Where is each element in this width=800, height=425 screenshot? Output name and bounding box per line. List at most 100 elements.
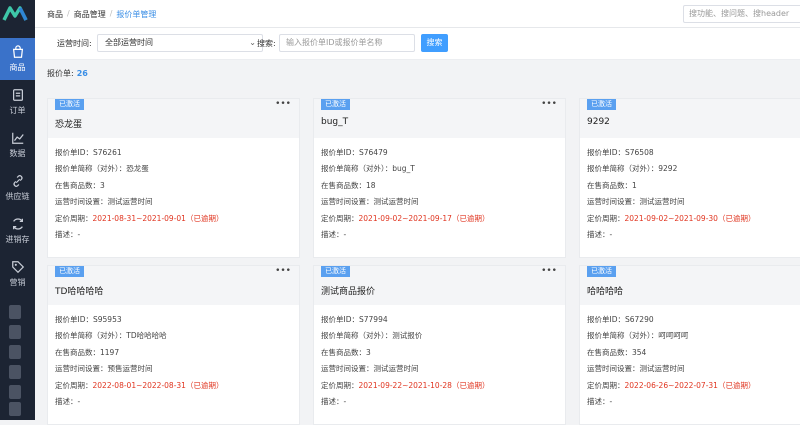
quote-id: 报价单ID：S76261 [55,148,122,157]
on-sale-count: 在售商品数：18 [321,180,376,190]
quote-card[interactable]: 已激活 ••• 恐龙蛋 报价单ID：S76261 报价单简称（对外）：恐龙蛋 在… [47,98,300,258]
on-sale-count: 在售商品数：1 [587,180,637,190]
pricing-period-label: 定价周期： [55,213,93,223]
pricing-period-label: 定价周期： [321,380,359,390]
pricing-period-value: 2021-09-22~2021-10-28（已逾期） [358,380,490,390]
pricing-period: 定价周期：2021-09-22~2021-10-28（已逾期） [321,378,558,394]
card-header: 已激活 ••• 恐龙蛋 [48,99,299,138]
on-sale-count: 在售商品数：1197 [55,347,120,357]
breadcrumb-item[interactable]: 商品管理 [74,9,106,20]
pricing-period-value: 2021-09-02~2021-09-17（已逾期） [358,213,490,223]
status-badge: 已激活 [55,266,84,277]
quote-description: 描述：- [587,396,613,406]
inventory-icon [12,218,23,230]
quote-card[interactable]: 已激活 ••• 哈哈哈哈 报价单ID：S67290 报价单简称（对外）：呵呵呵呵… [579,265,800,425]
status-badge: 已激活 [587,266,616,277]
on-sale-count: 在售商品数：3 [55,180,105,190]
op-time-setting: 运营时间设置：测试运营时间 [587,364,685,374]
quote-search-input[interactable]: 输入报价单ID或报价单名称 [279,34,415,52]
quote-id: 报价单ID：S95953 [55,315,122,324]
more-icon[interactable]: ••• [275,266,291,276]
card-body: 报价单ID：S67290 报价单简称（对外）：呵呵呵呵 在售商品数：354 运营… [580,305,800,410]
more-icon[interactable]: ••• [541,266,557,276]
card-body: 报价单ID：S77994 报价单简称（对外）：测试报价 在售商品数：3 运营时间… [314,305,565,410]
card-header: 已激活 ••• 9292 [580,99,800,138]
sidebar-item-data[interactable]: 数据 [0,124,35,166]
more-icon[interactable]: ••• [275,99,291,109]
sidebar-item-goods[interactable]: 商品 [0,38,35,80]
on-sale-count: 在售商品数：3 [321,347,371,357]
blurred-nav-item[interactable] [9,385,21,399]
quote-card[interactable]: 已激活 ••• 9292 报价单ID：S76508 报价单简称（对外）：9292… [579,98,800,258]
blurred-nav-item[interactable] [9,402,21,416]
global-search-input[interactable]: 搜功能、搜问题、搜header [683,5,800,23]
status-badge: 已激活 [321,266,350,277]
pricing-period-label: 定价周期： [55,380,93,390]
op-time-value: 全部运营时间 [105,38,153,47]
quote-count: 报价单: 26 [47,68,88,79]
tag-icon [11,261,24,274]
sidebar-item-label: 营销 [9,278,26,287]
status-badge: 已激活 [321,99,350,110]
pricing-period: 定价周期：2021-09-02~2021-09-30（已逾期） [587,211,800,227]
card-title: 哈哈哈哈 [587,287,624,297]
quote-description: 描述：- [55,229,81,239]
breadcrumb-item[interactable]: 商品 [47,9,63,20]
sidebar-item-inventory[interactable]: 进销存 [0,210,35,252]
quote-description: 描述：- [587,229,613,239]
breadcrumb-separator: / [109,9,113,18]
search-button[interactable]: 搜索 [421,34,448,52]
status-badge: 已激活 [55,99,84,110]
blurred-nav-item[interactable] [9,305,21,319]
op-time-setting: 运营时间设置：测试运营时间 [321,197,419,207]
sidebar-item-label: 商品 [9,63,26,72]
op-time-setting: 运营时间设置：测试运营时间 [55,197,153,207]
more-icon[interactable]: ••• [541,99,557,109]
blurred-nav-item[interactable] [9,365,21,379]
quote-description: 描述：- [55,396,81,406]
sidebar-item-label: 订单 [9,106,26,115]
sidebar-item-orders[interactable]: 订单 [0,81,35,123]
quote-alias: 报价单简称（对外）：TD哈哈哈哈 [55,331,167,341]
pricing-period-value: 2022-06-26~2022-07-31（已逾期） [624,380,756,390]
top-bar: 商品 / 商品管理 / 报价单管理 搜功能、搜问题、搜header [35,0,800,28]
quote-alias: 报价单简称（对外）：呵呵呵呵 [587,331,689,341]
pricing-period-label: 定价周期： [587,380,625,390]
card-title: TD哈哈哈哈 [55,287,104,297]
pricing-period-value: 2021-09-02~2021-09-30（已逾期） [624,213,756,223]
op-time-label: 运营时间: [57,39,92,48]
quote-id: 报价单ID：S67290 [587,315,654,324]
card-body: 报价单ID：S95953 报价单简称（对外）：TD哈哈哈哈 在售商品数：1197… [48,305,299,410]
card-title: bug_T [321,117,349,127]
on-sale-count: 在售商品数：354 [587,347,647,357]
quote-alias: 报价单简称（对外）：测试报价 [321,331,423,341]
pricing-period: 定价周期：2022-08-01~2022-08-31（已逾期） [55,378,292,394]
op-time-setting: 运营时间设置：测试运营时间 [321,364,419,374]
sidebar-item-label: 数据 [9,149,26,158]
breadcrumb: 商品 / 商品管理 / 报价单管理 [47,9,160,20]
logo-icon [2,6,28,21]
quote-alias: 报价单简称（对外）：9292 [587,164,678,174]
card-title: 9292 [587,117,610,127]
quote-count-label: 报价单: [47,69,74,78]
quote-card[interactable]: 已激活 ••• 测试商品报价 报价单ID：S77994 报价单简称（对外）：测试… [313,265,566,425]
quote-id: 报价单ID：S76479 [321,148,388,157]
quote-count-value: 26 [76,69,88,78]
blurred-nav-item[interactable] [9,345,21,359]
blurred-nav-item[interactable] [9,325,21,339]
pricing-period-value: 2021-08-31~2021-09-01（已逾期） [92,213,224,223]
sidebar-item-marketing[interactable]: 营销 [0,253,35,295]
sidebar-item-label: 供应链 [5,192,30,201]
quote-card[interactable]: 已激活 ••• bug_T 报价单ID：S76479 报价单简称（对外）：bug… [313,98,566,258]
search-label: 搜索: [257,39,276,48]
quote-alias: 报价单简称（对外）：恐龙蛋 [55,164,149,174]
op-time-select[interactable]: 全部运营时间 ⌄ [97,34,263,52]
chevron-down-icon: ⌄ [249,38,256,47]
quote-description: 描述：- [321,396,347,406]
sidebar-item-label: 进销存 [5,235,30,244]
sidebar-item-supply-chain[interactable]: 供应链 [0,167,35,209]
quote-id: 报价单ID：S76508 [587,148,654,157]
quote-card[interactable]: 已激活 ••• TD哈哈哈哈 报价单ID：S95953 报价单简称（对外）：TD… [47,265,300,425]
breadcrumb-current: 报价单管理 [116,10,157,19]
card-title: 测试商品报价 [321,287,376,297]
